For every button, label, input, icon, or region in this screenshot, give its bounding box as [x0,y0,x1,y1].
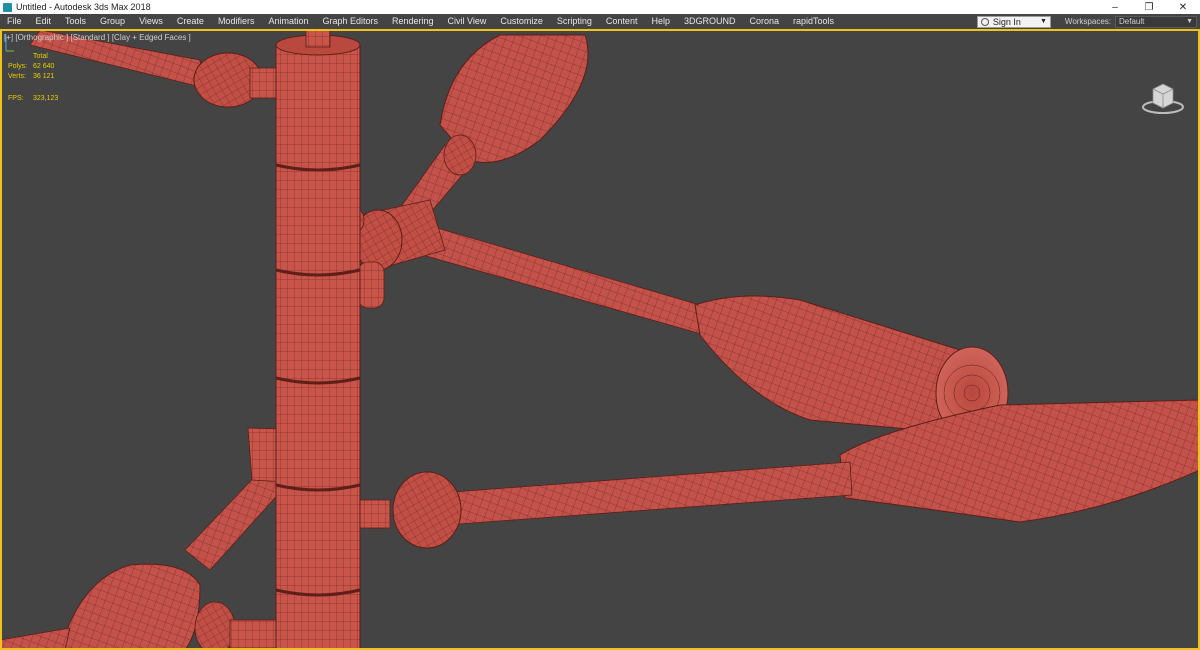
menu-civil-view[interactable]: Civil View [441,14,494,29]
stats-header: Total [33,53,48,60]
menu-modifiers[interactable]: Modifiers [211,14,262,29]
viewcube-widget[interactable] [1140,79,1186,117]
menu-customize[interactable]: Customize [493,14,550,29]
workspace-value: Default [1119,17,1145,26]
sign-in-dropdown[interactable]: Sign In ▼ [976,15,1051,28]
menu-create[interactable]: Create [170,14,211,29]
polys-value: 62 640 [33,63,55,70]
app-icon [3,2,12,12]
menu-help[interactable]: Help [644,14,677,29]
fps-label: FPS: [8,95,24,102]
menu-tools[interactable]: Tools [58,14,93,29]
mesh-rod-middle [404,219,706,336]
menu-animation[interactable]: Animation [261,14,315,29]
mesh-bottle-lower-left [59,563,201,650]
mesh-joint-lower [392,471,462,549]
menu-content[interactable]: Content [599,14,645,29]
viewport-label-menu[interactable]: [+] [Orthographic ] [Standard ] [Clay + … [4,33,191,42]
title-bar: Untitled - Autodesk 3ds Max 2018 – ❐ ✕ [0,0,1200,14]
menu-graph-editors[interactable]: Graph Editors [315,14,385,29]
menu-rapidtools[interactable]: rapidTools [786,14,841,29]
workspaces-label: Workspaces: [1064,17,1111,26]
menu-group[interactable]: Group [93,14,132,29]
verts-value: 36 121 [33,73,55,80]
restore-button[interactable]: ❐ [1132,0,1166,14]
workspaces-select[interactable]: Default ▼ [1115,15,1197,28]
mesh-column [275,44,361,650]
chevron-down-icon: ▼ [1039,18,1047,25]
menu-edit[interactable]: Edit [29,14,59,29]
user-icon [980,17,989,26]
perspective-viewport[interactable] [0,29,1200,650]
window-title: Untitled - Autodesk 3ds Max 2018 [16,2,151,12]
minimize-button[interactable]: – [1098,0,1132,14]
fps-value: 323,123 [33,95,59,102]
statistics-overlay: Total Polys: 62 640 Verts: 36 121 FPS: 323,… [8,52,58,104]
menu-scripting[interactable]: Scripting [550,14,599,29]
verts-label: Verts: [8,73,26,80]
menu-rendering[interactable]: Rendering [385,14,441,29]
menu-bar: File Edit Tools Group Views Create Modif… [0,14,1200,29]
mesh-rod-lower [439,461,853,526]
menu-3dground[interactable]: 3DGROUND [677,14,743,29]
viewport-scene [0,29,1200,650]
chevron-down-icon: ▼ [1186,18,1193,25]
sign-in-label: Sign In [992,16,1021,27]
menu-views[interactable]: Views [132,14,170,29]
menu-corona[interactable]: Corona [742,14,786,29]
menu-file[interactable]: File [0,14,29,29]
close-button[interactable]: ✕ [1166,0,1200,14]
window-controls: – ❐ ✕ [1098,0,1200,14]
polys-label: Polys: [8,63,28,70]
